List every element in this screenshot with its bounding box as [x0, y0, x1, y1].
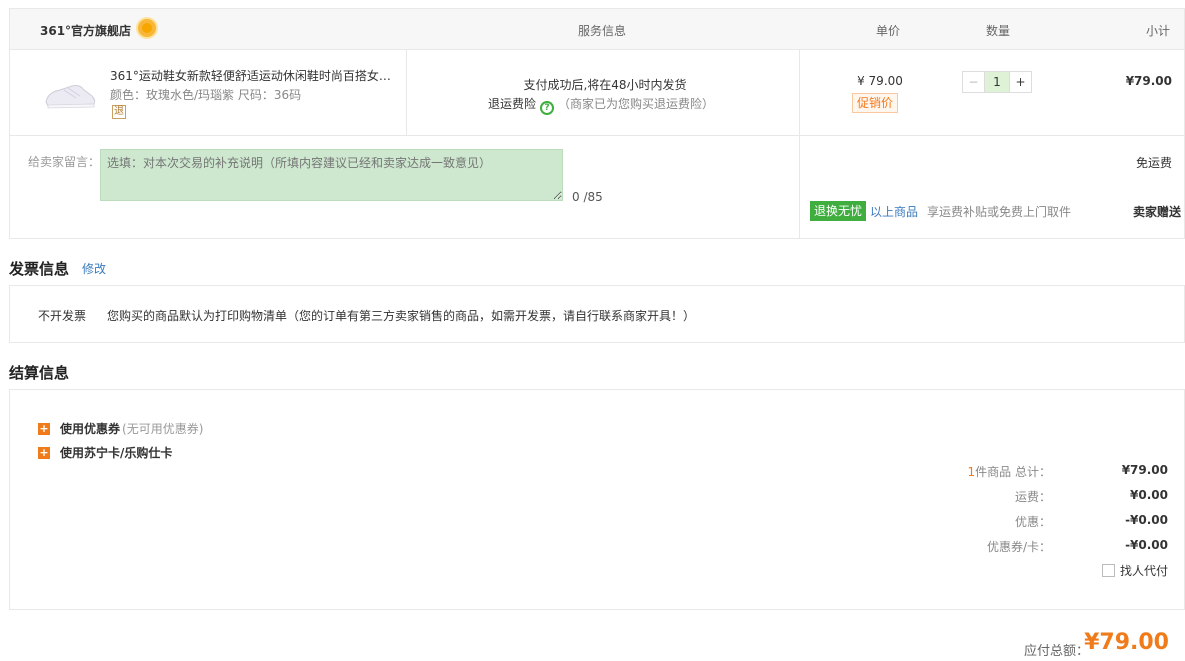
return-benefit-desc: 享运费补贴或免费上门取件	[927, 205, 1072, 219]
product-attributes: 颜色：玫瑰水色/玛瑙紫 尺码：36码	[110, 88, 302, 102]
header-service: 服务信息	[578, 24, 627, 38]
product-thumbnail[interactable]	[42, 74, 98, 114]
card-label[interactable]: 使用苏宁卡/乐购仕卡	[60, 444, 172, 461]
goods-total-label: 1件商品 总计：	[968, 463, 1051, 480]
invoice-type: 不开发票	[38, 309, 87, 323]
freight-value: ¥0.00	[1130, 488, 1168, 502]
proxy-pay-option[interactable]: 找人代付	[1101, 562, 1168, 579]
seller-message-input[interactable]	[100, 149, 563, 201]
item-subtotal: ¥79.00	[1125, 74, 1172, 88]
header-quantity: 数量	[986, 24, 1011, 38]
store-name[interactable]: 361°官方旗舰店	[40, 22, 131, 39]
discount-value: -¥0.00	[1125, 513, 1168, 527]
quantity-increase-button[interactable]: +	[1009, 72, 1031, 92]
plus-icon[interactable]: +	[38, 422, 50, 435]
help-icon[interactable]: ?	[540, 101, 555, 115]
divider	[406, 50, 407, 135]
worry-free-return-tag: 退换无忧	[810, 201, 867, 221]
invoice-box: 不开发票 您购买的商品默认为打印购物清单（您的订单有第三方卖家销售的商品，如需开…	[9, 285, 1185, 343]
promo-price-badge: 促销价	[852, 93, 899, 113]
quantity-value[interactable]: 1	[985, 72, 1009, 92]
discount-label: 优惠：	[1014, 515, 1051, 529]
coupon-label[interactable]: 使用优惠券	[60, 420, 120, 437]
message-char-count: 0 /85	[572, 190, 603, 204]
settlement-box: + 使用优惠券 (无可用优惠券) + 使用苏宁卡/乐购仕卡 1件商品 总计： ¥…	[9, 389, 1185, 610]
message-row: 给卖家留言： 0 /85 免运费 退换无忧 以上商品 享运费补贴或免费上门取件 …	[10, 136, 1184, 240]
coupon-note: (无可用优惠券)	[122, 422, 204, 436]
proxy-pay-label[interactable]: 找人代付	[1120, 562, 1168, 579]
payable-amount: ¥79.00	[1084, 630, 1169, 655]
above-goods-link[interactable]: 以上商品	[870, 203, 918, 220]
return-badge: 退	[112, 105, 126, 119]
goods-total-value: ¥79.00	[1121, 463, 1168, 477]
freight-label: 运费：	[1014, 490, 1051, 504]
order-header: 361°官方旗舰店 服务信息 单价 数量 小计	[10, 9, 1184, 50]
quantity-stepper: − 1 +	[962, 71, 1032, 93]
invoice-description: 您购买的商品默认为打印购物清单（您的订单有第三方卖家销售的商品，如需开发票，请自…	[107, 309, 696, 323]
sun-icon	[138, 19, 156, 37]
invoice-edit-link[interactable]: 修改	[82, 260, 106, 277]
message-label: 给卖家留言：	[28, 155, 101, 169]
settlement-section-title: 结算信息	[9, 364, 70, 382]
divider	[799, 50, 800, 135]
goods-total-text: 件商品 总计：	[975, 465, 1051, 479]
coupon-card-value: -¥0.00	[1125, 538, 1168, 552]
checkbox-icon[interactable]	[1101, 564, 1115, 577]
plus-icon[interactable]: +	[38, 446, 50, 459]
return-insurance: 退运费险? （商家已为您购买退运费险）	[488, 95, 714, 115]
invoice-section-title: 发票信息	[9, 260, 70, 278]
free-shipping-text: 免运费	[1135, 156, 1172, 170]
header-subtotal: 小计	[1145, 24, 1170, 38]
divider	[799, 136, 800, 239]
insurance-label: 退运费险	[488, 97, 537, 111]
unit-price: ¥ 79.00	[857, 74, 903, 88]
product-name[interactable]: 361°运动鞋女新款轻便舒适运动休闲鞋时尚百搭女…	[110, 67, 400, 84]
order-table: 361°官方旗舰店 服务信息 单价 数量 小计 361°运动鞋女新款轻便舒适运动…	[9, 8, 1185, 239]
cart-item-row: 361°运动鞋女新款轻便舒适运动休闲鞋时尚百搭女… 颜色：玫瑰水色/玛瑙紫 尺码…	[10, 50, 1184, 136]
seller-gift-label: 卖家赠送	[1132, 205, 1181, 219]
payable-label: 应付总额：	[1023, 644, 1089, 659]
header-unit-price: 单价	[876, 24, 901, 38]
quantity-decrease-button[interactable]: −	[963, 72, 985, 92]
use-coupon-option[interactable]: + 使用优惠券 (无可用优惠券)	[38, 420, 203, 437]
use-card-option[interactable]: + 使用苏宁卡/乐购仕卡	[38, 444, 172, 461]
insurance-note: （商家已为您购买退运费险）	[558, 97, 715, 111]
coupon-card-label: 优惠券/卡：	[986, 540, 1051, 554]
shipping-info: 支付成功后,将在48小时内发货	[523, 78, 687, 92]
